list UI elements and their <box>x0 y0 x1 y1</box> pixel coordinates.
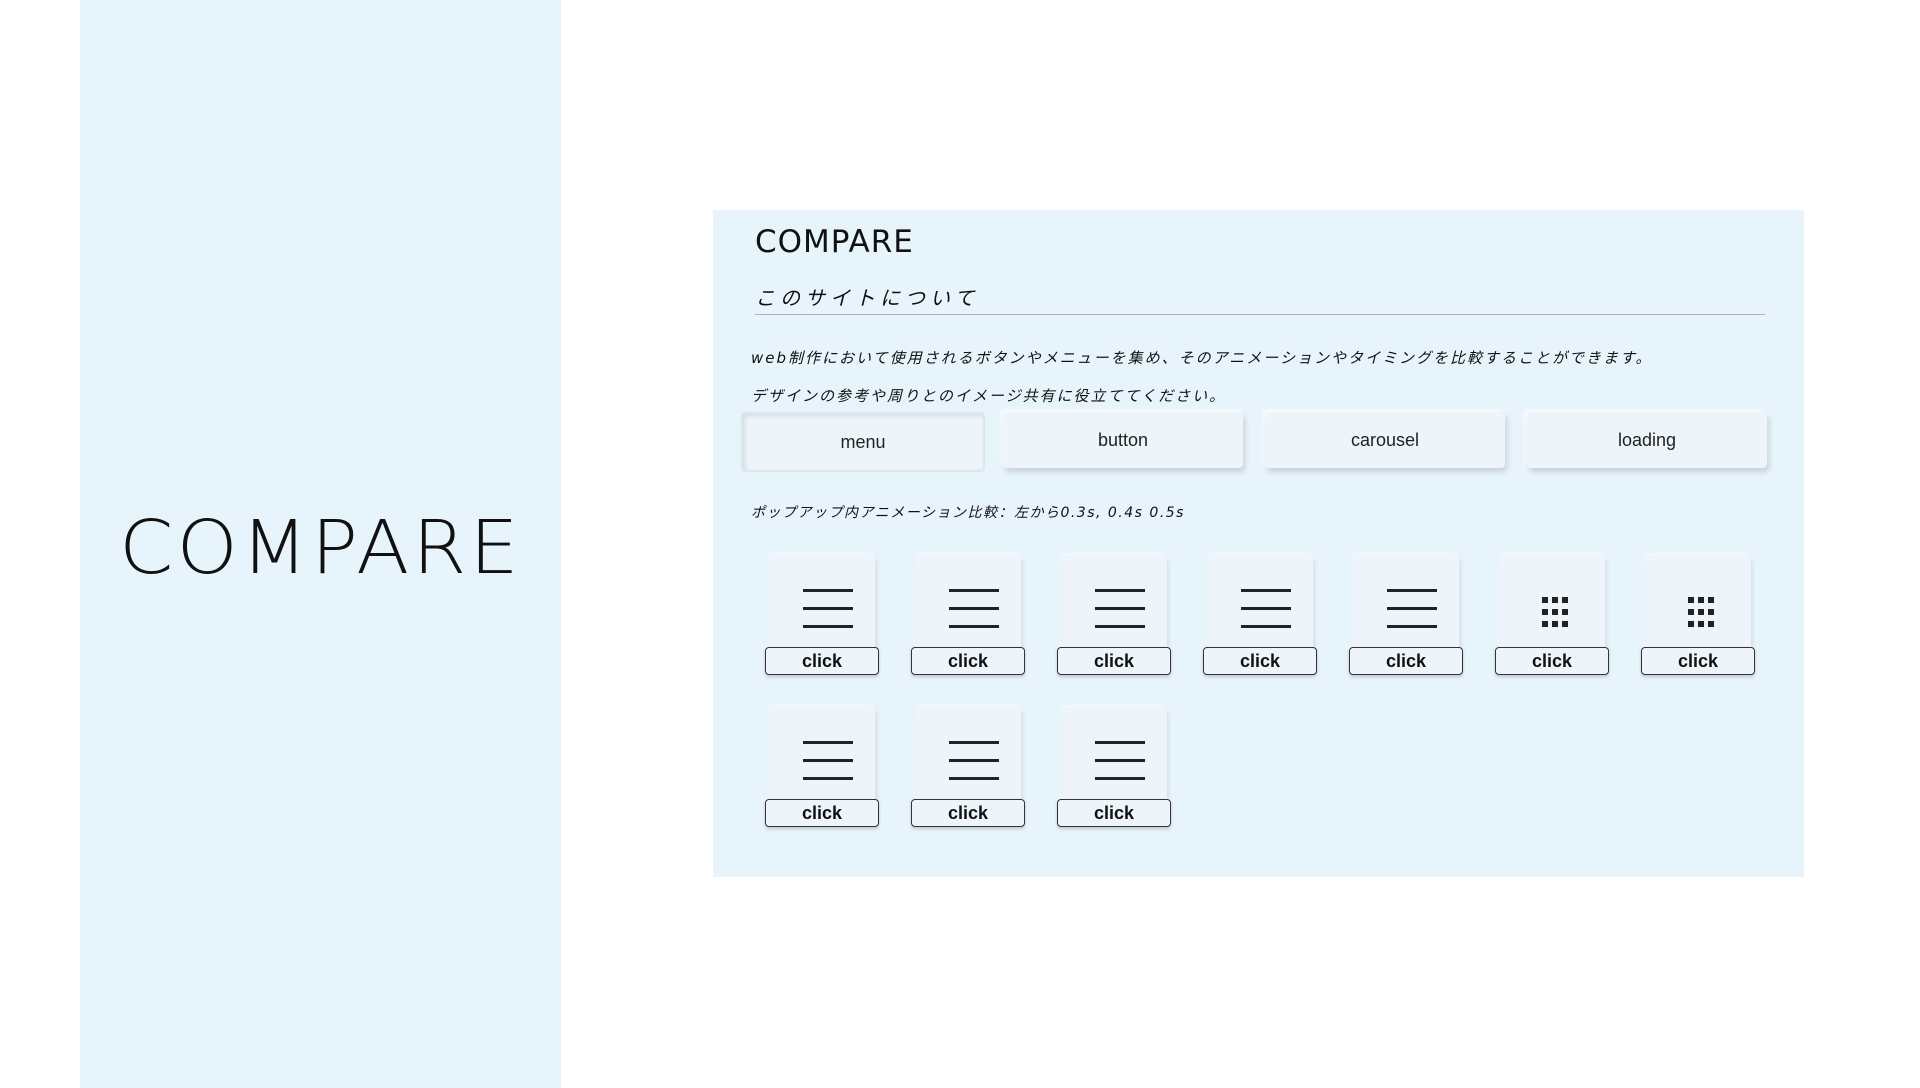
hamburger-icon <box>1387 589 1437 629</box>
description-line-1: web制作において使用されるボタンやメニューを集め、そのアニメーションやタイミン… <box>751 349 1653 367</box>
site-description: web制作において使用されるボタンやメニューを集め、そのアニメーションやタイミン… <box>751 330 1781 425</box>
hamburger-icon <box>1241 589 1291 629</box>
demo-tile: click <box>1057 555 1173 675</box>
demo-tile: click <box>911 555 1027 675</box>
demo-tile: click <box>765 555 881 675</box>
compare-card: COMPARE このサイトについて web制作において使用されるボタンやメニュー… <box>713 210 1804 877</box>
demo-tile: click <box>911 707 1027 827</box>
site-title: COMPARE <box>755 224 914 260</box>
hamburger-icon <box>1095 589 1145 629</box>
demo-tile: click <box>1349 555 1465 675</box>
demo-tile: click <box>765 707 881 827</box>
demo-preview <box>771 707 875 803</box>
demo-preview <box>1501 555 1605 651</box>
click-button[interactable]: click <box>1349 647 1463 675</box>
demo-preview <box>917 707 1021 803</box>
demo-preview <box>1355 555 1459 651</box>
click-button[interactable]: click <box>1057 647 1171 675</box>
click-button[interactable]: click <box>1495 647 1609 675</box>
click-button[interactable]: click <box>1057 799 1171 827</box>
click-button[interactable]: click <box>1203 647 1317 675</box>
grid-icon <box>1542 597 1574 629</box>
demo-preview <box>771 555 875 651</box>
click-button[interactable]: click <box>765 647 879 675</box>
about-heading: このサイトについて <box>755 282 1765 315</box>
grid-icon <box>1688 597 1720 629</box>
description-line-2: デザインの参考や周りとのイメージ共有に役立ててください。 <box>751 387 1227 405</box>
demo-preview <box>917 555 1021 651</box>
tab-menu[interactable]: menu <box>741 412 985 472</box>
tab-carousel[interactable]: carousel <box>1265 412 1505 468</box>
click-button[interactable]: click <box>765 799 879 827</box>
click-button[interactable]: click <box>911 647 1025 675</box>
demo-preview <box>1647 555 1751 651</box>
hamburger-icon <box>803 589 853 629</box>
hamburger-icon <box>949 741 999 781</box>
demo-preview <box>1209 555 1313 651</box>
tab-button[interactable]: button <box>1003 412 1243 468</box>
demo-preview <box>1063 555 1167 651</box>
demo-tile: click <box>1203 555 1319 675</box>
animation-comparison-note: ポップアップ内アニメーション比較：左から0.3s, 0.4s 0.5s <box>751 505 1185 521</box>
click-button[interactable]: click <box>1641 647 1755 675</box>
tab-loading[interactable]: loading <box>1527 412 1767 468</box>
hero-panel: COMPARE <box>80 0 561 1088</box>
demo-tile: click <box>1495 555 1611 675</box>
hamburger-icon <box>803 741 853 781</box>
demo-preview <box>1063 707 1167 803</box>
hamburger-icon <box>1095 741 1145 781</box>
demo-tile: click <box>1641 555 1757 675</box>
category-tabs: menu button carousel loading <box>741 412 1781 472</box>
hamburger-icon <box>949 589 999 629</box>
demo-tile: click <box>1057 707 1173 827</box>
click-button[interactable]: click <box>911 799 1025 827</box>
hero-title: COMPARE <box>119 505 522 591</box>
